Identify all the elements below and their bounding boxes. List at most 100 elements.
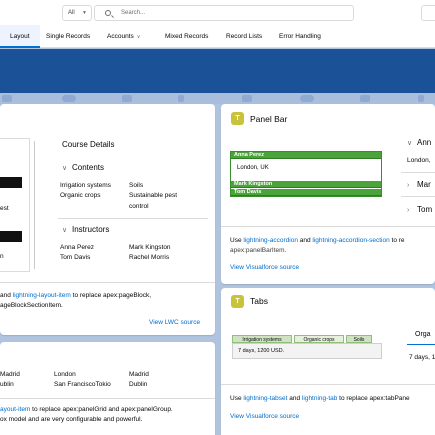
tab-content: 7 days, 1200 USD. [232, 343, 382, 359]
nav-item-single-records[interactable]: Single Records [46, 25, 90, 48]
divider [221, 226, 435, 227]
course-details-title: Course Details [62, 140, 115, 149]
content-item: Irrigation systems [60, 182, 111, 189]
text: to replace apex:tabPane [337, 395, 410, 402]
nav-item-error-handling[interactable]: Error Handling [279, 25, 321, 48]
accordion-section-header[interactable]: › Mar [407, 180, 431, 189]
nav-item-label: Single Records [46, 33, 91, 40]
contents-section-header[interactable]: ∨ Contents [62, 163, 104, 172]
card-title: Tabs [250, 296, 268, 306]
view-visualforce-source-link[interactable]: View Visualforce source [230, 263, 299, 272]
nav-item-label: Layout [10, 33, 30, 40]
active-tab-indicator [407, 344, 435, 345]
search-placeholder: Search... [121, 10, 146, 16]
content-item: control [129, 203, 149, 210]
tabs-card: T Tabs Irrigation systems Organic crops … [221, 288, 435, 435]
layout-item-link[interactable]: ayout-item [0, 406, 30, 413]
accordion-section-header[interactable]: ∨ Ann [407, 138, 431, 147]
divider [401, 196, 435, 197]
divider [0, 398, 215, 399]
accordion-content: London, [407, 157, 431, 164]
usage-description: Use lightning-tabset and lightning-tab t… [230, 394, 410, 403]
bolt-icon [178, 95, 184, 102]
text: Use [230, 237, 244, 244]
chevron-down-icon: ∨ [62, 165, 68, 172]
instructors-section-header[interactable]: ∨ Instructors [62, 225, 109, 234]
divider [221, 384, 435, 385]
lightning-accordion-link[interactable]: lightning-accordion [243, 237, 298, 244]
instructor-name: Anna Perez [60, 244, 94, 251]
instructor-name: Tom Davis [60, 254, 91, 261]
app-nav-bar: Layout Single Records Accounts ∨ Mixed Re… [0, 25, 435, 48]
section-label: Tom [417, 205, 433, 214]
pattern-icon [360, 95, 370, 102]
global-search-input[interactable]: Search... [94, 5, 354, 21]
global-header: All ▼ Search... [0, 0, 435, 25]
view-lwc-source-link[interactable]: View LWC source [149, 318, 200, 327]
grid-cell: ublin [0, 381, 14, 388]
text: and [287, 395, 302, 402]
section-label: Instructors [72, 225, 110, 234]
usage-description-line2: ageBlockSectionItem. [0, 302, 63, 309]
usage-description: Use lightning-accordion and lightning-ac… [230, 236, 405, 245]
nav-item-label: Mixed Records [165, 33, 209, 40]
pattern-icon [2, 95, 12, 102]
black-field [0, 177, 22, 188]
divider [58, 218, 208, 219]
card-title: Panel Bar [250, 114, 288, 124]
text: Use [230, 395, 244, 402]
grid-cell: San FranciscoTokio [54, 381, 111, 388]
panel-bar-card: T Panel Bar Anna Perez London, UK Mark K… [221, 104, 435, 284]
divider [401, 172, 435, 173]
lightning-accordion-section-link[interactable]: lightning-accordion-section [312, 237, 389, 244]
chevron-right-icon: › [407, 182, 410, 189]
usage-description: and lightning-layout-item to replace ape… [0, 291, 151, 300]
fragment-text: n [0, 253, 4, 260]
nav-item-label: Accounts [107, 33, 134, 40]
chevron-right-icon: › [407, 207, 410, 214]
tab-soils[interactable]: Soils [346, 335, 372, 343]
section-label: Contents [72, 163, 105, 172]
black-field [0, 231, 22, 242]
text: to replace apex:pageBlock, [70, 292, 152, 299]
content-item: Sustainable pest [129, 192, 178, 199]
panel-bar-header[interactable]: Mark Kingston [231, 181, 381, 188]
text: and [0, 292, 13, 299]
nav-item-record-lists[interactable]: Record Lists [226, 25, 262, 48]
scrollbar-track[interactable] [34, 141, 35, 269]
nav-item-label: Error Handling [279, 33, 321, 40]
lightning-layout-item-link[interactable]: lightning-layout-item [13, 292, 71, 299]
header-action-button[interactable] [421, 5, 435, 21]
usage-description-line2: ox model and are very configurable and p… [0, 416, 143, 423]
nav-item-accounts[interactable]: Accounts ∨ [107, 25, 140, 48]
chevron-down-icon: ∨ [407, 140, 413, 147]
lightning-tabset-link[interactable]: lightning-tabset [243, 395, 287, 402]
tab-organic-crops[interactable]: Organic crops [294, 335, 344, 343]
tab-content-title: Orga [415, 331, 431, 338]
chevron-down-icon: ∨ [136, 34, 141, 40]
pattern-icon [242, 95, 252, 102]
usage-description: ayout-item to replace apex:panelGrid and… [0, 405, 173, 414]
search-icon [105, 10, 111, 16]
search-scope-select[interactable]: All ▼ [62, 5, 92, 21]
section-label: Ann [417, 138, 432, 147]
instructor-name: Mark Kingston [129, 244, 171, 251]
tab-irrigation-systems[interactable]: Irrigation systems [232, 335, 292, 343]
fragment-text: est [0, 205, 9, 212]
panel-bar-header[interactable]: Anna Perez [231, 152, 381, 159]
page-header-band [0, 49, 435, 93]
layout-card: est n Course Details ∨ Contents Irrigatio… [0, 104, 215, 335]
content-item: Organic crops [60, 192, 101, 199]
tabs-widget: Irrigation systems Organic crops Soils 7… [232, 335, 384, 363]
section-label: Mar [417, 180, 431, 189]
lightning-tab-link[interactable]: lightning-tab [302, 395, 337, 402]
nav-item-label: Record Lists [226, 33, 263, 40]
panel-bar-header[interactable]: Tom Davis [231, 189, 381, 196]
view-visualforce-source-link[interactable]: View Visualforce source [230, 412, 299, 421]
tab-content-text: 7 days, 1 [409, 354, 435, 361]
card-icon: T [231, 112, 244, 125]
bolt-icon [418, 95, 424, 102]
nav-item-mixed-records[interactable]: Mixed Records [165, 25, 208, 48]
accordion-section-header[interactable]: › Tom [407, 205, 432, 214]
nav-item-layout[interactable]: Layout [0, 25, 40, 48]
